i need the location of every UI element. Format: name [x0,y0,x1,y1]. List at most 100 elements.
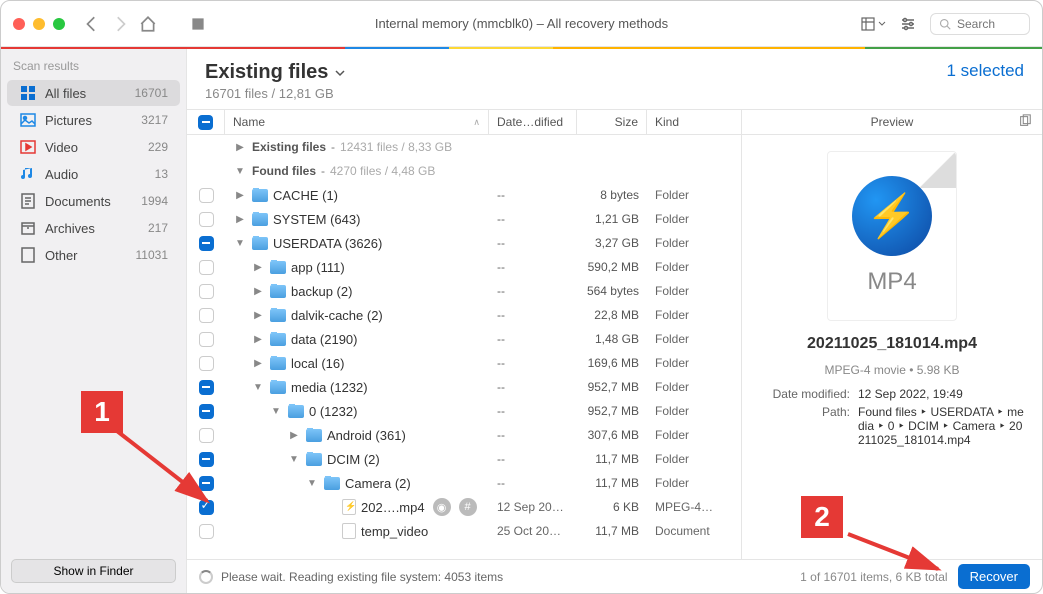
maximize-window-button[interactable] [53,18,65,30]
titlebar: Internal memory (mmcblk0) – All recovery… [1,1,1042,47]
grid-icon [19,84,37,102]
disclosure-icon[interactable]: ▼ [305,478,319,489]
view-mode-button[interactable] [860,16,886,32]
folder-icon [270,381,286,394]
preview-pane: Preview ⚡ MP4 20211025_181014.mp4 MPEG-4… [742,109,1042,559]
arrow-1 [107,421,237,521]
file-row[interactable]: ▼USERDATA (3626)--3,27 GBFolder [187,231,741,255]
file-icon [342,523,356,539]
column-size[interactable]: Size [577,110,647,134]
file-row[interactable]: ▼DCIM (2)--11,7 MBFolder [187,447,741,471]
stop-button[interactable] [189,15,207,33]
row-checkbox[interactable] [199,404,214,419]
file-row[interactable]: ▶local (16)--169,6 MBFolder [187,351,741,375]
image-icon [19,111,37,129]
spinner-icon [199,570,213,584]
search-icon [939,18,951,30]
copy-icon[interactable] [1018,114,1032,131]
disclosure-icon[interactable]: ▶ [233,190,247,201]
window-controls [13,18,65,30]
disclosure-icon[interactable]: ▶ [251,358,265,369]
row-checkbox[interactable] [199,236,214,251]
folder-icon [270,333,286,346]
search-input[interactable] [957,17,1017,31]
folder-icon [252,189,268,202]
archive-icon [19,219,37,237]
disclosure-icon[interactable]: ▶ [251,334,265,345]
row-checkbox[interactable] [199,524,214,539]
sidebar-item-all-files[interactable]: All files16701 [7,80,180,106]
row-checkbox[interactable] [199,380,214,395]
back-button[interactable] [83,15,101,33]
sidebar-title: Scan results [1,49,186,79]
disclosure-icon[interactable]: ▼ [251,382,265,393]
preview-filename: 20211025_181014.mp4 [807,335,977,353]
sidebar-item-other[interactable]: Other11031 [7,242,180,268]
file-row[interactable]: ▶app (111)--590,2 MBFolder [187,255,741,279]
column-date[interactable]: Date…dified [489,110,577,134]
file-row[interactable]: ▶CACHE (1)--8 bytesFolder [187,183,741,207]
settings-icon[interactable] [900,16,916,32]
content-title[interactable]: Existing files [205,61,346,84]
folder-icon [306,429,322,442]
column-name[interactable]: Name∧ [225,110,489,134]
sidebar-item-pictures[interactable]: Pictures3217 [7,107,180,133]
minimize-window-button[interactable] [33,18,45,30]
row-checkbox[interactable] [199,356,214,371]
close-window-button[interactable] [13,18,25,30]
disclosure-icon[interactable]: ▼ [287,454,301,465]
music-icon [19,165,37,183]
tag-icon[interactable]: # [459,498,477,516]
file-row[interactable]: temp_video25 Oct 20…11,7 MBDocument [187,519,741,543]
folder-icon [270,357,286,370]
file-row[interactable]: ▶Android (361)--307,6 MBFolder [187,423,741,447]
preview-thumbnail: ⚡ MP4 [827,151,957,321]
column-kind[interactable]: Kind [647,110,741,134]
disclosure-icon[interactable]: ▶ [233,142,247,153]
arrow-2 [843,529,973,589]
row-checkbox[interactable] [199,332,214,347]
file-list[interactable]: ▶Existing files - 12431 files / 8,33 GB▼… [187,135,741,559]
folder-icon [270,261,286,274]
row-checkbox[interactable] [199,260,214,275]
section-row[interactable]: ▶Existing files - 12431 files / 8,33 GB [187,135,741,159]
disclosure-icon[interactable]: ▶ [251,262,265,273]
folder-icon [252,237,268,250]
sidebar-item-archives[interactable]: Archives217 [7,215,180,241]
file-row[interactable]: ▶data (2190)--1,48 GBFolder [187,327,741,351]
file-row[interactable]: ▶backup (2)--564 bytesFolder [187,279,741,303]
row-checkbox[interactable] [199,308,214,323]
row-checkbox[interactable] [199,284,214,299]
disclosure-icon[interactable]: ▼ [233,238,247,249]
row-checkbox[interactable] [199,212,214,227]
disclosure-icon[interactable]: ▶ [251,286,265,297]
select-all-checkbox[interactable] [198,115,213,130]
disclosure-icon[interactable]: ▼ [233,166,247,177]
video-icon [19,138,37,156]
section-row[interactable]: ▼Found files - 4270 files / 4,48 GB [187,159,741,183]
sidebar-item-documents[interactable]: Documents1994 [7,188,180,214]
disclosure-icon[interactable]: ▼ [269,406,283,417]
forward-button[interactable] [111,15,129,33]
folder-icon [306,453,322,466]
show-in-finder-button[interactable]: Show in Finder [11,559,176,583]
home-button[interactable] [139,15,157,33]
file-row[interactable]: 202….mp4◉#12 Sep 20…6 KBMPEG-4… [187,495,741,519]
file-row[interactable]: ▼Camera (2)--11,7 MBFolder [187,471,741,495]
file-row[interactable]: ▼0 (1232)--952,7 MBFolder [187,399,741,423]
row-checkbox[interactable] [199,188,214,203]
preview-date: 12 Sep 2022, 19:49 [858,387,1026,401]
window-title: Internal memory (mmcblk0) – All recovery… [375,16,668,31]
file-row[interactable]: ▶dalvik-cache (2)--22,8 MBFolder [187,303,741,327]
file-row[interactable]: ▼media (1232)--952,7 MBFolder [187,375,741,399]
file-row[interactable]: ▶SYSTEM (643)--1,21 GBFolder [187,207,741,231]
disclosure-icon[interactable]: ▶ [233,214,247,225]
disclosure-icon[interactable]: ▶ [251,310,265,321]
other-icon [19,246,37,264]
folder-icon [270,309,286,322]
sidebar-item-video[interactable]: Video229 [7,134,180,160]
preview-icon[interactable]: ◉ [433,498,451,516]
disclosure-icon[interactable]: ▶ [287,430,301,441]
sidebar-item-audio[interactable]: Audio13 [7,161,180,187]
search-box[interactable] [930,13,1030,35]
